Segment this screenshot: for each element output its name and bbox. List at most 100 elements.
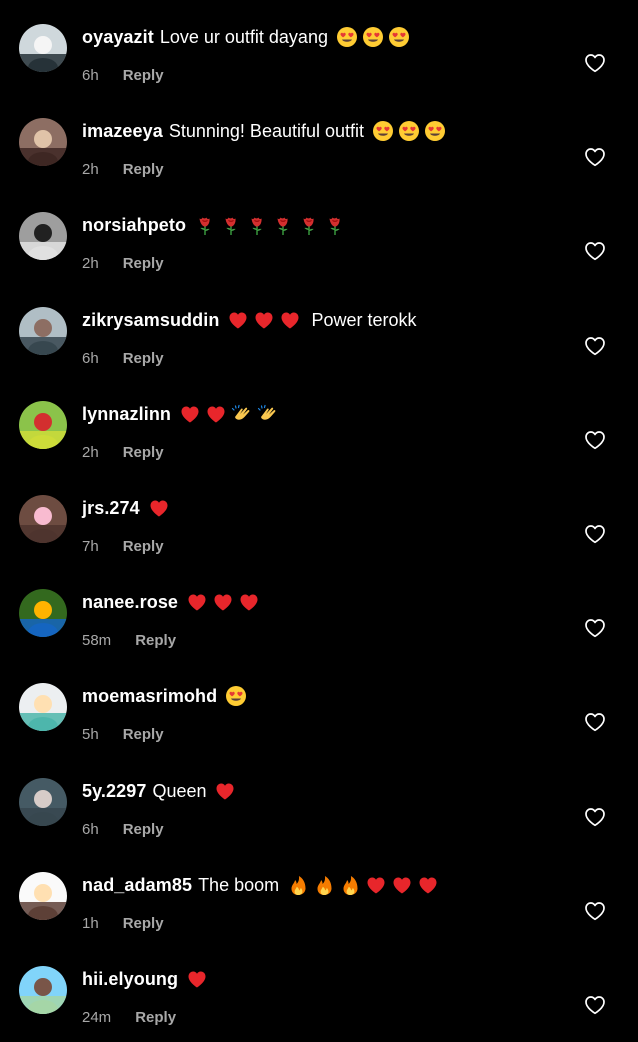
reply-button[interactable]: Reply [123, 443, 164, 463]
like-heart-icon[interactable] [584, 995, 606, 1015]
timestamp: 2h [82, 443, 99, 461]
like-heart-icon[interactable] [584, 524, 606, 544]
comment-meta: 6h Reply [82, 820, 164, 840]
comment-meta: 24m Reply [82, 1008, 176, 1028]
comment-row: moemasrimohd 5h Reply [0, 665, 638, 759]
comment-meta: 7h Reply [82, 537, 164, 557]
like-heart-icon[interactable] [584, 147, 606, 167]
red-heart-icon [365, 874, 387, 896]
avatar[interactable] [19, 24, 67, 72]
comment-row: norsiahpeto 2h Reply [0, 194, 638, 288]
red-heart-icon [227, 309, 249, 331]
like-heart-icon[interactable] [584, 241, 606, 261]
emoji-run [148, 497, 174, 519]
fire-icon [313, 874, 335, 896]
comment-body: Power terokk [311, 309, 417, 330]
username[interactable]: 5y.2297 [82, 776, 146, 806]
red-heart-icon [205, 403, 227, 425]
red-heart-icon [253, 309, 275, 331]
red-heart-icon [148, 497, 170, 519]
comment-text-line: zikrysamsuddin Power terokk [82, 305, 417, 335]
comment-row: lynnazlinn 2h Reply [0, 383, 638, 477]
comment-meta: 2h Reply [82, 443, 164, 463]
avatar[interactable] [19, 777, 67, 826]
rose-icon [194, 214, 216, 236]
timestamp: 7h [82, 538, 99, 555]
username[interactable]: zikrysamsuddin [82, 305, 219, 335]
comment-text-line: norsiahpeto [82, 210, 350, 240]
timestamp: 58m [82, 632, 112, 650]
like-heart-icon[interactable] [584, 53, 606, 73]
rose-icon [272, 214, 294, 236]
reply-button[interactable]: Reply [123, 254, 164, 274]
reply-button[interactable]: Reply [123, 160, 164, 180]
comment-meta: 58m Reply [82, 631, 176, 651]
username[interactable]: norsiahpeto [82, 210, 186, 240]
reply-button[interactable]: Reply [123, 66, 164, 86]
comment-body: The boom [198, 874, 280, 895]
avatar[interactable] [19, 683, 67, 732]
username[interactable]: hii.elyoung [82, 964, 178, 994]
comment-meta: 2h Reply [82, 160, 164, 180]
comment-text-line: moemasrimohd [82, 681, 251, 711]
username[interactable]: imazeeya [82, 116, 163, 146]
avatar[interactable] [19, 495, 67, 543]
comment-row: imazeeya Stunning! Beautiful outfit 2h Repl… [0, 100, 638, 194]
timestamp: 2h [82, 255, 99, 273]
avatar[interactable] [19, 966, 67, 1014]
like-heart-icon[interactable] [584, 807, 606, 827]
username[interactable]: jrs.274 [82, 493, 140, 523]
rose-icon [298, 214, 320, 236]
comment-body: Stunning! Beautiful outfit [168, 121, 365, 142]
comment-row: hii.elyoung 24m Reply [0, 948, 638, 1042]
comment-row: zikrysamsuddin Power terokk 6h Reply [0, 289, 638, 383]
avatar[interactable] [19, 118, 67, 167]
comment-text-line: oyayazit Love ur outfit dayang [82, 22, 414, 52]
emoji-run [194, 214, 350, 236]
avatar[interactable] [19, 871, 67, 920]
timestamp: 24m [82, 1009, 112, 1026]
avatar[interactable] [19, 589, 67, 638]
red-heart-icon [417, 874, 439, 896]
avatar[interactable] [19, 212, 67, 261]
reply-button[interactable]: Reply [135, 1008, 176, 1028]
username[interactable]: nad_adam85 [82, 870, 192, 900]
emoji-run [179, 403, 283, 425]
comment-text-line: nanee.rose [82, 587, 264, 617]
comment-row: jrs.274 7h Reply [0, 477, 638, 571]
comment-text-line: 5y.2297 Queen [82, 776, 240, 806]
reply-button[interactable]: Reply [135, 631, 176, 651]
rose-icon [246, 214, 268, 236]
reply-button[interactable]: Reply [123, 537, 164, 557]
like-heart-icon[interactable] [584, 336, 606, 356]
username[interactable]: oyayazit [82, 22, 154, 52]
like-heart-icon[interactable] [584, 430, 606, 450]
like-heart-icon[interactable] [584, 901, 606, 921]
rose-icon [324, 214, 346, 236]
username[interactable]: moemasrimohd [82, 681, 217, 711]
reply-button[interactable]: Reply [123, 820, 164, 840]
username[interactable]: lynnazlinn [82, 399, 171, 429]
like-heart-icon[interactable] [584, 618, 606, 638]
heart-eyes-icon [388, 26, 410, 48]
emoji-run [287, 874, 443, 896]
comment-meta: 6h Reply [82, 349, 164, 369]
clap-icon [257, 403, 279, 425]
heart-eyes-icon [336, 26, 358, 48]
comment-text-line: imazeeya Stunning! Beautiful outfit [82, 116, 450, 146]
like-heart-icon[interactable] [584, 712, 606, 732]
avatar[interactable] [19, 400, 67, 449]
username[interactable]: nanee.rose [82, 587, 178, 617]
comment-text-line: nad_adam85 The boom [82, 870, 443, 900]
reply-button[interactable]: Reply [123, 725, 164, 745]
emoji-run [186, 591, 264, 613]
heart-eyes-icon [424, 120, 446, 142]
fire-icon [339, 874, 361, 896]
reply-button[interactable]: Reply [123, 349, 164, 369]
comment-row: 5y.2297 Queen 6h Reply [0, 760, 638, 854]
comment-row: nanee.rose 58m Reply [0, 571, 638, 665]
timestamp: 6h [82, 349, 99, 367]
avatar[interactable] [19, 306, 67, 355]
red-heart-icon [186, 591, 208, 613]
reply-button[interactable]: Reply [123, 914, 164, 934]
